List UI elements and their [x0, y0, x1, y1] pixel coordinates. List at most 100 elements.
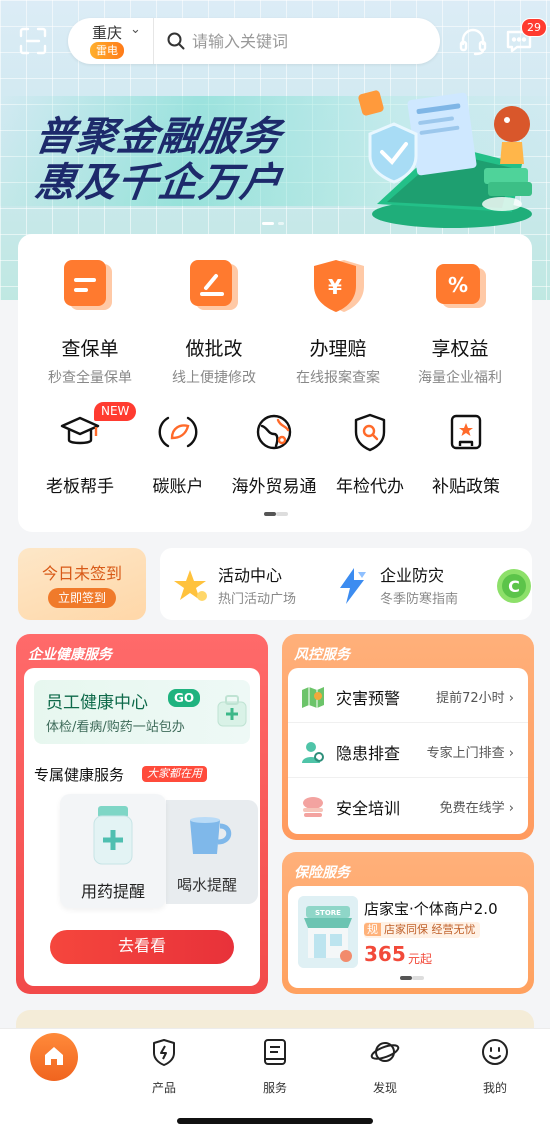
globe-icon — [256, 414, 292, 450]
search-shield-icon — [354, 413, 386, 452]
risk-row-safety-training[interactable]: 安全培训 免费在线学 › — [288, 778, 528, 833]
training-books-icon — [303, 797, 323, 817]
service-subtitle: 线上便捷修改 — [172, 370, 256, 386]
services-pagination — [264, 512, 288, 516]
risk-title: 隐患排查 — [336, 744, 401, 763]
tab-products[interactable]: 产品 — [124, 1037, 204, 1096]
go-badge[interactable]: GO — [168, 689, 201, 707]
tab-mine[interactable]: 我的 — [455, 1037, 535, 1096]
tab-label: 服务 — [262, 1081, 287, 1095]
service-query-policy[interactable]: 查保单 秒查全量保单 — [28, 258, 152, 387]
svg-text:C: C — [508, 577, 520, 596]
tab-label: 产品 — [151, 1081, 176, 1095]
cup-icon — [190, 817, 232, 854]
activities-strip: 活动中心 热门活动广场 企业防灾 冬季防寒指南 C — [160, 548, 532, 620]
service-title: 碳账户 — [152, 477, 204, 497]
risk-hint: 提前72小时 › — [436, 691, 514, 706]
medical-kit-icon — [217, 695, 247, 727]
exclusive-title: 专属健康服务 — [34, 766, 125, 784]
activity-subtitle: 冬季防寒指南 — [380, 592, 459, 607]
service-title: 补贴政策 — [432, 477, 500, 497]
search-input[interactable] — [192, 31, 422, 51]
home-indicator — [177, 1118, 373, 1124]
product-shield-icon — [153, 1039, 175, 1066]
leaf-cycle-icon — [158, 416, 198, 448]
service-subtitle: 在线报案查案 — [296, 370, 380, 386]
medication-reminder[interactable]: 用药提醒 — [60, 794, 166, 908]
service-title: 年检代办 — [336, 477, 404, 497]
service-boss-helper[interactable]: 老板帮手 — [30, 412, 130, 497]
service-title: 查保单 — [61, 338, 119, 360]
map-warning-icon — [302, 687, 324, 708]
risk-hint: 免费在线学 › — [439, 801, 514, 816]
search-bar[interactable]: 重庆 ⌄ 雷电 — [68, 18, 440, 64]
product-tag-badge: 规 — [364, 923, 381, 936]
service-overseas-trade[interactable]: 海外贸易通 — [224, 412, 324, 497]
tab-label: 发现 — [372, 1081, 397, 1095]
employee-health-center[interactable]: 员工健康中心 GO 体检/看病/购药一站包办 — [34, 680, 250, 744]
star-cluster-icon — [174, 570, 207, 601]
storefront-icon: STORE — [298, 896, 358, 968]
insurance-pagination — [400, 976, 424, 980]
tab-discover[interactable]: 发现 — [345, 1037, 425, 1096]
tab-services[interactable]: 服务 — [235, 1037, 315, 1096]
services-panel: 查保单 秒查全量保单 做批改 线上便捷修改 ¥ 办理赔 在线报案查案 % 享权益… — [18, 234, 532, 532]
city-selector[interactable]: 重庆 ⌄ 雷电 — [68, 18, 154, 64]
svg-text:¥: ¥ — [328, 275, 342, 299]
star-document-icon — [450, 414, 482, 450]
banner-title-line2: 惠及千企万户 — [32, 159, 285, 206]
section-title: 风控服务 — [294, 647, 350, 663]
yuan-shield-icon: ¥ — [314, 260, 364, 312]
section-title: 企业健康服务 — [28, 647, 112, 663]
insurance-product-card[interactable]: STORE 店家宝·个体商户2.0 规店家同保 经营无忧 365 元起 — [288, 886, 528, 988]
service-carbon-account[interactable]: 碳账户 — [128, 412, 228, 497]
service-subtitle: 海量企业福利 — [418, 370, 502, 386]
scan-icon[interactable] — [18, 26, 48, 56]
service-title: 享权益 — [431, 338, 489, 360]
risk-title: 安全培训 — [336, 799, 401, 818]
service-title: 办理赔 — [309, 338, 367, 360]
service-annual-inspection[interactable]: 年检代办 — [320, 412, 420, 497]
health-content: 员工健康中心 GO 体检/看病/购药一站包办 专属健康服务 大家都在用 喝水提醒 — [24, 668, 260, 986]
coin-c-icon[interactable]: C — [494, 566, 532, 606]
health-center-subtitle: 体检/看病/购药一站包办 — [46, 720, 185, 735]
store-sign: STORE — [315, 909, 341, 917]
finance-illustration-icon — [358, 90, 532, 228]
risk-row-disaster-warning[interactable]: 灾害预警 提前72小时 › — [288, 668, 528, 723]
insurance-services-panel: 保险服务 STORE 店家宝·个体商户2.0 规店家同保 经营无忧 365 元起 — [282, 852, 534, 994]
tab-home[interactable] — [30, 1033, 78, 1081]
inspect-person-icon — [302, 742, 324, 763]
service-subsidy-policy[interactable]: 补贴政策 — [416, 412, 516, 497]
health-services-panel: 企业健康服务 员工健康中心 GO 体检/看病/购药一站包办 专属健康服务 大家都… — [16, 634, 268, 994]
product-name: 店家宝·个体商户2.0 — [364, 900, 498, 918]
service-title: 老板帮手 — [46, 477, 114, 497]
water-reminder[interactable]: 喝水提醒 — [166, 800, 258, 904]
service-doc-icon — [264, 1039, 286, 1065]
water-label: 喝水提醒 — [176, 876, 237, 894]
policy-doc-icon — [64, 260, 112, 310]
product-tag: 规店家同保 经营无忧 — [364, 922, 480, 938]
headset-icon[interactable] — [458, 26, 488, 56]
svg-text:%: % — [448, 273, 468, 297]
health-center-title: 员工健康中心 — [46, 693, 148, 713]
edit-doc-icon — [190, 260, 238, 310]
product-tag-text: 店家同保 经营无忧 — [384, 923, 476, 936]
risk-row-hazard-inspection[interactable]: 隐患排查 专家上门排查 › — [288, 723, 528, 778]
checkin-status: 今日未签到 — [41, 564, 122, 583]
service-endorsement[interactable]: 做批改 线上便捷修改 — [152, 258, 276, 387]
smile-face-icon — [482, 1039, 508, 1065]
checkin-button[interactable]: 立即签到 — [48, 588, 117, 608]
message-badge: 29 — [521, 18, 547, 37]
risk-services-panel: 风控服务 灾害预警 提前72小时 › 隐患排查 专家上门排查 › 安全培训 免费… — [282, 634, 534, 840]
checkin-card[interactable]: 今日未签到 立即签到 — [18, 548, 146, 620]
service-claims[interactable]: ¥ 办理赔 在线报案查案 — [276, 258, 400, 387]
tab-label: 我的 — [482, 1081, 507, 1095]
risk-list: 灾害预警 提前72小时 › 隐患排查 专家上门排查 › 安全培训 免费在线学 › — [288, 668, 528, 834]
service-subtitle: 秒查全量保单 — [48, 370, 132, 386]
pill-bottle-icon — [93, 806, 133, 865]
service-benefits[interactable]: % 享权益 海量企业福利 — [398, 258, 522, 387]
popular-tag: 大家都在用 — [142, 766, 207, 782]
weather-alert-tag: 雷电 — [90, 42, 124, 59]
medication-label: 用药提醒 — [80, 882, 145, 901]
view-health-button[interactable]: 去看看 — [50, 930, 234, 964]
